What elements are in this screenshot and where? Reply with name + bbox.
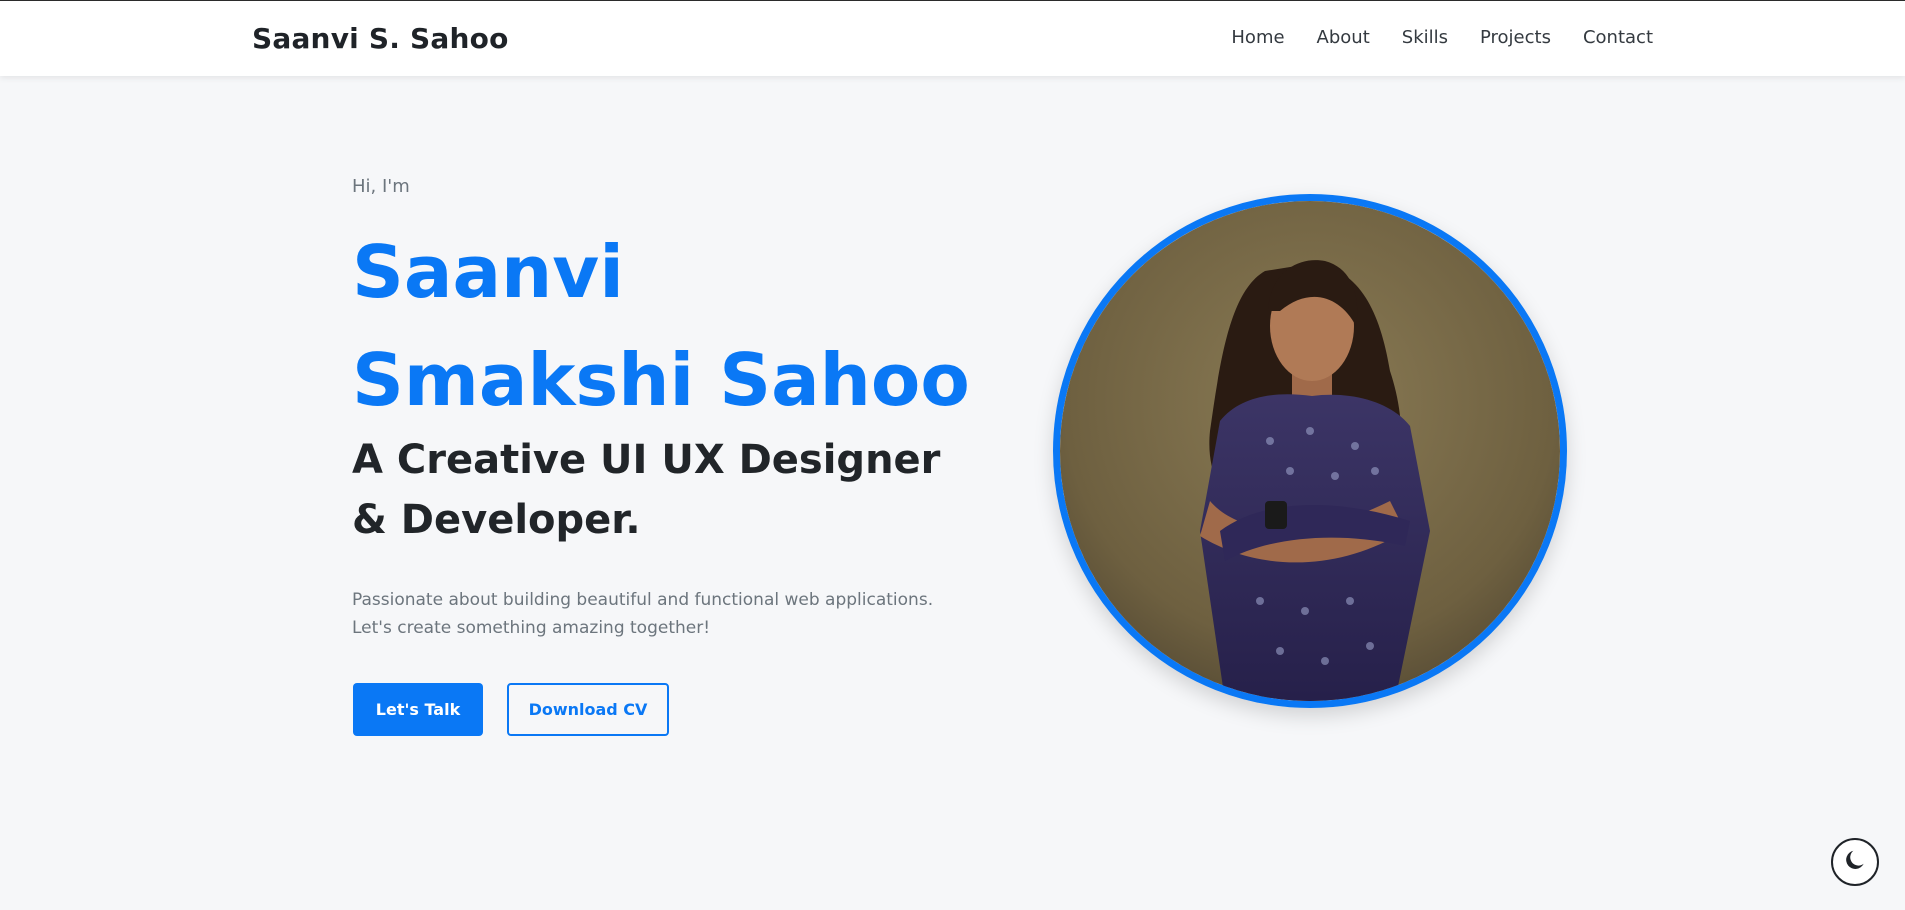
main-nav: Home About Skills Projects Contact	[1231, 27, 1653, 48]
lets-talk-button[interactable]: Let's Talk	[353, 683, 483, 736]
top-navbar: Saanvi S. Sahoo Home About Skills Projec…	[0, 0, 1905, 76]
nav-link-skills[interactable]: Skills	[1402, 27, 1448, 48]
hero-name: Saanvi Smakshi Sahoo	[352, 230, 970, 422]
download-cv-button[interactable]: Download CV	[507, 683, 669, 736]
moon-icon	[1842, 847, 1868, 877]
profile-photo-illustration	[1060, 201, 1560, 701]
nav-link-about[interactable]: About	[1317, 27, 1370, 48]
theme-toggle-button[interactable]	[1831, 838, 1879, 886]
profile-photo	[1053, 194, 1567, 708]
hero-greeting: Hi, I'm	[352, 176, 410, 197]
hero-section: Hi, I'm Saanvi Smakshi Sahoo A Creative …	[0, 76, 1905, 910]
hero-description: Passionate about building beautiful and …	[352, 590, 934, 638]
nav-link-home[interactable]: Home	[1231, 27, 1284, 48]
hero-role: A Creative UI UX Designer & Developer.	[352, 437, 941, 543]
brand-logo-text[interactable]: Saanvi S. Sahoo	[252, 21, 509, 57]
nav-link-projects[interactable]: Projects	[1480, 27, 1551, 48]
nav-link-contact[interactable]: Contact	[1583, 27, 1653, 48]
